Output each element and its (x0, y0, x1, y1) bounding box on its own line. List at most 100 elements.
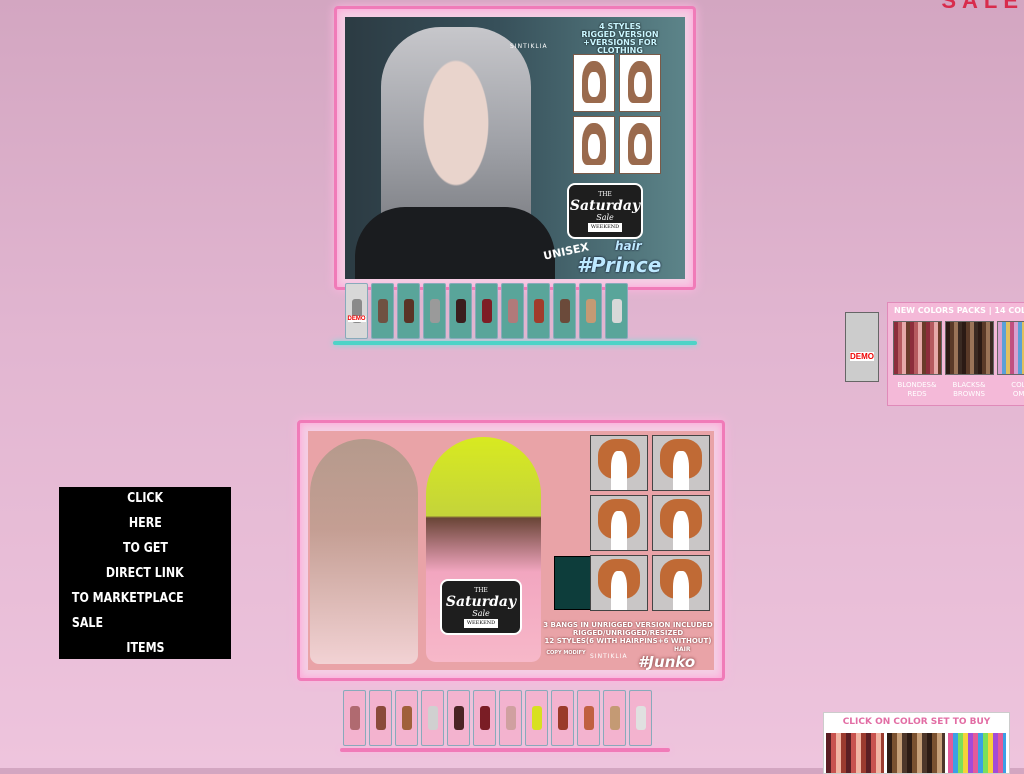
color-vendor[interactable] (447, 690, 470, 746)
color-chip (453, 706, 464, 730)
sale-sign-corner: SALE (884, 0, 1024, 8)
color-vendor[interactable] (423, 283, 446, 339)
color-chip (559, 299, 570, 323)
color-pack-ombre[interactable] (997, 321, 1024, 375)
style-thumbnail (652, 435, 710, 491)
style-thumbnail (619, 54, 661, 112)
marketplace-link-sign[interactable]: CLICK HERE TO GET DIRECT LINK TO MARKETP… (59, 487, 231, 659)
brand-logo: SINTIKLIA (510, 43, 548, 50)
color-set-board[interactable]: CLICK ON COLOR SET TO BUY (823, 712, 1010, 774)
color-chip (531, 706, 542, 730)
prince-shelf (333, 341, 697, 345)
color-chip (479, 706, 490, 730)
prince-style-thumbnails (573, 54, 661, 174)
color-vendor[interactable] (449, 283, 472, 339)
color-chip (507, 299, 518, 323)
color-chip (401, 706, 412, 730)
sign-line: DIRECT LINK (106, 565, 184, 581)
color-vendor[interactable] (475, 283, 498, 339)
color-chip (427, 706, 438, 730)
sign-line: TO MARKETPLACE SALE (71, 590, 184, 631)
pack-label: COLO OMB (1011, 381, 1024, 398)
color-vendor[interactable] (473, 690, 496, 746)
color-set-fantasy[interactable] (948, 733, 1006, 773)
color-vendor[interactable] (527, 283, 550, 339)
saturday-sale-badge: THE Saturday Sale WEEKEND (440, 579, 522, 635)
color-chip (403, 299, 414, 323)
color-chip (505, 706, 516, 730)
sign-line: ITEMS (125, 640, 165, 656)
product-name: #Prince (577, 253, 662, 277)
junko-hair-poster[interactable]: THE Saturday Sale WEEKEND 3 BANGS IN UNR… (297, 420, 725, 681)
color-vendor[interactable] (603, 690, 626, 746)
prince-color-vendors: DEMO (345, 283, 628, 339)
color-chip (455, 299, 466, 323)
demo-label: DEMO (347, 316, 366, 322)
color-chip (635, 706, 646, 730)
color-vendor[interactable] (551, 690, 574, 746)
sign-line: CLICK (127, 490, 163, 506)
prince-headline: 4 STYLES RIGGED VERSION +VERSIONS FOR CL… (581, 22, 659, 55)
color-vendor[interactable] (499, 690, 522, 746)
junko-model-1-image (310, 439, 418, 664)
color-packs-board[interactable]: NEW COLORS PACKS | 14 COLORS E BLONDES& … (887, 302, 1024, 406)
color-vendor[interactable] (501, 283, 524, 339)
product-name: #Junko (638, 653, 696, 670)
brand-logo: SINTIKLIA (590, 653, 628, 660)
color-set-title: CLICK ON COLOR SET TO BUY (842, 717, 991, 727)
saturday-sale-badge: THE Saturday Sale WEEKEND (567, 183, 643, 239)
color-chip (611, 299, 622, 323)
color-chip (481, 299, 492, 323)
style-thumbnail (619, 116, 661, 174)
color-set-browns[interactable] (887, 733, 945, 773)
color-vendor[interactable] (525, 690, 548, 746)
prince-model-jacket (355, 207, 555, 279)
color-vendor[interactable] (577, 690, 600, 746)
color-vendor[interactable] (421, 690, 444, 746)
color-vendor[interactable] (605, 283, 628, 339)
junko-poster-image: THE Saturday Sale WEEKEND 3 BANGS IN UNR… (308, 431, 714, 670)
demo-vendor[interactable]: DEMO (345, 283, 368, 339)
pack-label: BLONDES& REDS (897, 381, 937, 398)
junko-shelf (340, 748, 670, 752)
color-vendor[interactable] (397, 283, 420, 339)
color-vendor[interactable] (579, 283, 602, 339)
color-chip (429, 299, 440, 323)
pack-label: BLACKS& BROWNS (952, 381, 986, 398)
junko-color-vendors (343, 690, 652, 746)
style-thumbnail (573, 54, 615, 112)
color-set-reds[interactable] (826, 733, 884, 773)
style-thumbnail (652, 495, 710, 551)
color-chip (585, 299, 596, 323)
color-vendor[interactable] (371, 283, 394, 339)
color-vendor[interactable] (553, 283, 576, 339)
color-pack-blacks-browns[interactable] (945, 321, 994, 375)
style-thumbnail (590, 435, 648, 491)
hair-label: hair (615, 239, 642, 253)
color-vendor[interactable] (395, 690, 418, 746)
color-chip (377, 299, 388, 323)
color-pack-blondes-reds[interactable] (893, 321, 942, 375)
color-vendor[interactable] (369, 690, 392, 746)
hair-label: HAIR (674, 646, 691, 653)
color-chip (557, 706, 568, 730)
junko-info: 3 BANGS IN UNRIGGED VERSION INCLUDED RIG… (543, 621, 713, 645)
sign-line: HERE (128, 515, 162, 531)
color-chip (533, 299, 544, 323)
permissions-label: COPY MODIFY (546, 650, 586, 656)
prince-hair-poster[interactable]: SINTIKLIA 4 STYLES RIGGED VERSION +VERSI… (334, 6, 696, 290)
color-vendor[interactable] (343, 690, 366, 746)
demo-label: DEMO (850, 352, 874, 361)
style-thumbnail (652, 555, 710, 611)
style-thumbnail (573, 116, 615, 174)
color-chip (609, 706, 620, 730)
prince-poster-image: SINTIKLIA 4 STYLES RIGGED VERSION +VERSI… (345, 17, 685, 279)
color-vendor[interactable] (629, 690, 652, 746)
demo-vendor-right[interactable]: DEMO (845, 312, 879, 382)
color-chip (375, 706, 386, 730)
color-packs-title: NEW COLORS PACKS | 14 COLORS E (894, 306, 1024, 315)
sign-line: TO GET (122, 540, 168, 556)
color-chip (349, 706, 360, 730)
style-thumbnail (590, 495, 648, 551)
style-thumbnail (590, 555, 648, 611)
